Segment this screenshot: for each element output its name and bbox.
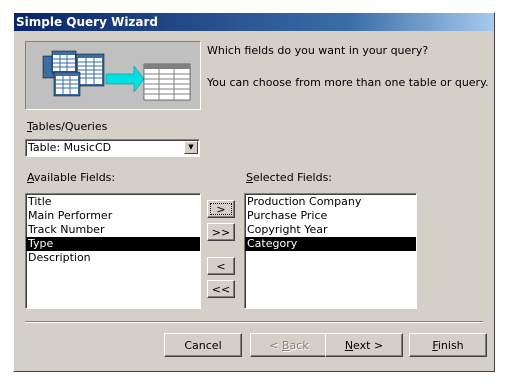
finish-button[interactable]: Finish: [409, 333, 487, 357]
remove-all-fields-button[interactable]: <<: [207, 280, 235, 298]
remove-field-button[interactable]: <: [207, 257, 235, 275]
title-bar[interactable]: Simple Query Wizard: [14, 13, 494, 31]
available-fields-label: Available Fields:: [27, 171, 116, 184]
list-item-selected[interactable]: Category: [245, 237, 416, 251]
tables-queries-label: Tables/Queries: [27, 120, 108, 133]
tables-queries-combobox[interactable]: Table: MusicCD ▼: [25, 139, 200, 157]
list-item[interactable]: Track Number: [26, 223, 200, 237]
intro-hint: You can choose from more than one table …: [207, 76, 489, 89]
footer-divider: [25, 321, 483, 323]
window-title: Simple Query Wizard: [16, 15, 159, 29]
add-all-fields-button[interactable]: >>: [207, 223, 235, 241]
list-item[interactable]: Main Performer: [26, 209, 200, 223]
list-item-selected[interactable]: Type: [26, 237, 200, 251]
list-item[interactable]: Title: [26, 195, 200, 209]
next-button[interactable]: Next >: [325, 333, 403, 357]
selected-fields-label: Selected Fields:: [246, 171, 333, 184]
cancel-button[interactable]: Cancel: [164, 333, 242, 357]
chevron-down-icon[interactable]: ▼: [184, 141, 198, 154]
list-item[interactable]: Production Company: [245, 195, 416, 209]
tables-queries-value: Table: MusicCD: [28, 141, 112, 154]
selected-fields-list[interactable]: Production Company Purchase Price Copyri…: [244, 193, 417, 309]
wizard-illustration: [25, 41, 201, 110]
wizard-window: Simple Query Wizard Which fields do you …: [13, 12, 495, 372]
back-button[interactable]: < Back: [250, 333, 328, 357]
add-field-button[interactable]: >: [207, 200, 235, 218]
list-item[interactable]: Purchase Price: [245, 209, 416, 223]
available-fields-list[interactable]: Title Main Performer Track Number Type D…: [25, 193, 201, 309]
tables-to-query-icon: [42, 50, 191, 101]
list-item[interactable]: Description: [26, 251, 200, 265]
intro-question: Which fields do you want in your query?: [207, 44, 429, 57]
list-item[interactable]: Copyright Year: [245, 223, 416, 237]
